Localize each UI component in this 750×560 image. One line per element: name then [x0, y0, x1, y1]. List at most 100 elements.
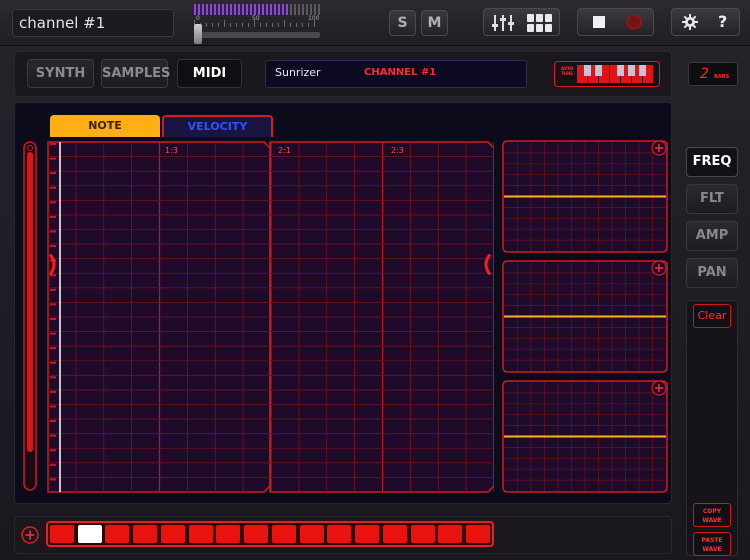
freq-button[interactable]: FREQ — [686, 147, 738, 177]
meter-tick-mark — [254, 20, 255, 27]
note-curve-grid[interactable]: 1:3 2:1 2:3 — [22, 140, 494, 494]
meter-tick-mark — [206, 23, 207, 27]
meter-tick-mark — [266, 23, 267, 27]
meter-segment — [302, 4, 304, 15]
meter-tick-mark — [308, 23, 309, 27]
piano-keys-icon — [577, 65, 653, 83]
meter-segment — [270, 4, 272, 15]
pan-button[interactable]: PAN — [686, 258, 738, 288]
step-cell[interactable] — [188, 525, 213, 543]
scroll-thumb[interactable] — [27, 152, 33, 452]
tab-synth[interactable]: SYNTH — [27, 59, 94, 88]
meter-tick-mark — [260, 23, 261, 27]
amp-button[interactable]: AMP — [686, 221, 738, 251]
tab-note[interactable]: NOTE — [50, 115, 160, 137]
paste-wave-button[interactable]: PASTE WAVE — [693, 532, 731, 556]
copy-wave-button[interactable]: COPY WAVE — [693, 503, 731, 527]
meter-segment — [318, 4, 320, 15]
step-cell[interactable] — [216, 525, 240, 543]
help-button[interactable]: ? — [718, 12, 727, 31]
meter-segment — [298, 4, 300, 15]
key-marker — [50, 347, 56, 350]
key-marker — [50, 157, 56, 160]
step-cell[interactable] — [354, 525, 379, 543]
key-marker — [50, 478, 56, 481]
step-cell[interactable] — [161, 525, 185, 543]
meter-segment — [266, 4, 268, 15]
meter-segment — [274, 4, 276, 15]
volume-fader-handle[interactable] — [194, 24, 202, 44]
meter-tick-mark — [278, 23, 279, 27]
key-marker — [50, 230, 56, 233]
auto-tune-keyboard[interactable]: AUTO TUNE — [554, 61, 660, 87]
meter-tick-0: 0 — [196, 15, 200, 22]
plus-icon[interactable] — [651, 140, 667, 156]
meter-segment — [218, 4, 220, 15]
key-marker — [50, 405, 56, 408]
marker-2-1: 2:1 — [278, 146, 291, 155]
meter-tick-mark — [290, 23, 291, 27]
step-pattern[interactable] — [46, 521, 494, 547]
plus-icon[interactable] — [651, 260, 667, 276]
meter-segment — [310, 4, 312, 15]
tab-midi[interactable]: MIDI — [177, 59, 242, 88]
key-marker — [50, 376, 56, 379]
instrument-name: Sunrizer — [275, 66, 321, 79]
meter-segment — [258, 4, 260, 15]
meter-segment — [226, 4, 228, 15]
step-cell[interactable] — [327, 525, 351, 543]
step-cell[interactable] — [243, 525, 268, 543]
key-marker — [50, 215, 56, 218]
add-step-icon[interactable] — [21, 526, 39, 544]
key-marker — [50, 303, 56, 306]
channel-name-field[interactable]: channel #1 — [12, 9, 174, 37]
meter-segment — [246, 4, 248, 15]
step-cell[interactable] — [132, 525, 157, 543]
record-icon[interactable] — [626, 14, 642, 30]
meter-segment — [206, 4, 208, 15]
flt-button[interactable]: FLT — [686, 184, 738, 214]
tab-velocity[interactable]: VELOCITY — [162, 115, 273, 137]
meter-tick-mark — [314, 20, 315, 27]
meter-segment — [198, 4, 200, 15]
meter-tick-mark — [272, 23, 273, 27]
stop-icon[interactable] — [592, 15, 606, 29]
meter-tick-mark — [236, 23, 237, 27]
step-cell[interactable] — [272, 525, 296, 543]
plus-icon[interactable] — [651, 380, 667, 396]
solo-button[interactable]: S — [389, 10, 416, 36]
step-cell[interactable] — [438, 525, 462, 543]
mixer-icon[interactable] — [492, 14, 516, 32]
key-marker — [50, 420, 56, 423]
step-cell[interactable] — [105, 525, 129, 543]
key-marker — [50, 186, 56, 189]
bars-display[interactable]: 2 BARS — [688, 62, 738, 86]
tab-samples[interactable]: SAMPLES — [101, 59, 170, 88]
transport-group — [577, 8, 654, 36]
clear-button[interactable]: Clear — [693, 304, 731, 328]
meter-tick-mark — [284, 20, 285, 27]
step-cell[interactable] — [465, 525, 490, 543]
meter-segment — [250, 4, 252, 15]
meter-tick-mark — [296, 23, 297, 27]
key-marker — [50, 143, 56, 145]
meter-segment — [290, 4, 292, 15]
grid-icon[interactable] — [527, 13, 553, 33]
key-marker — [50, 288, 56, 291]
step-cell[interactable] — [410, 525, 435, 543]
step-cell[interactable] — [77, 525, 102, 543]
level-meter — [194, 4, 320, 15]
step-cell[interactable] — [50, 525, 74, 543]
marker-1-3: 1:3 — [165, 146, 178, 155]
key-marker — [50, 449, 56, 452]
mute-button[interactable]: M — [421, 10, 448, 36]
lfo-panel-2[interactable] — [502, 260, 668, 373]
lfo-panel-1[interactable] — [502, 140, 668, 253]
gear-icon[interactable] — [682, 14, 698, 30]
meter-scale: 0 50 100 — [194, 15, 320, 27]
step-cell[interactable] — [299, 525, 324, 543]
lfo-panel-3[interactable] — [502, 380, 668, 493]
volume-fader-track[interactable] — [194, 32, 320, 38]
meter-segment — [210, 4, 212, 15]
step-cell[interactable] — [383, 525, 407, 543]
